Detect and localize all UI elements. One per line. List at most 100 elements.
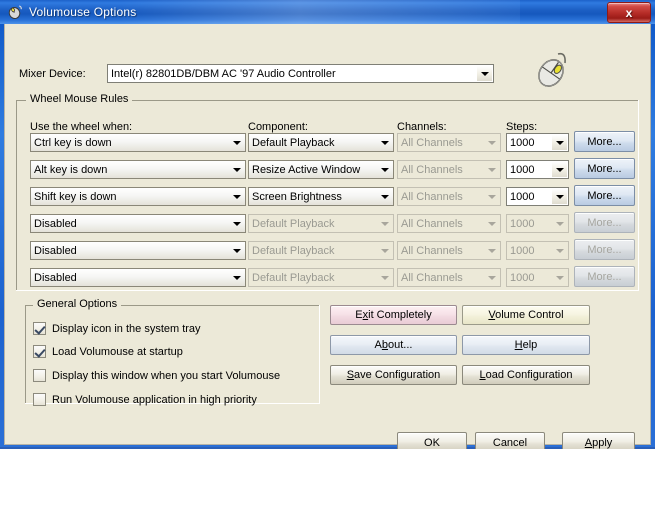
rule-component-combo-3[interactable]: Screen Brightness <box>248 187 394 206</box>
chevron-down-icon[interactable] <box>229 243 244 258</box>
chevron-down-icon <box>552 243 567 258</box>
help-button[interactable]: Help <box>462 335 590 355</box>
rule-channels-combo-1: All Channels <box>397 133 501 152</box>
chevron-down-icon[interactable] <box>229 216 244 231</box>
rule-component-value-4: Default Playback <box>252 217 335 230</box>
chevron-down-icon <box>552 216 567 231</box>
rule-component-combo-1[interactable]: Default Playback <box>248 133 394 152</box>
chevron-down-icon[interactable] <box>552 135 567 150</box>
rule-channels-value-4: All Channels <box>401 217 463 230</box>
rule-steps-value-4: 1000 <box>510 217 535 230</box>
rule-steps-combo-3[interactable]: 1000 <box>506 187 569 206</box>
chevron-down-icon <box>552 270 567 285</box>
chevron-down-icon[interactable] <box>229 189 244 204</box>
apply-label: Apply <box>584 436 613 449</box>
rule-more-button-3[interactable]: More... <box>574 185 635 206</box>
rule-condition-combo-3[interactable]: Shift key is down <box>30 187 246 206</box>
rule-more-label-4: More... <box>587 216 622 229</box>
rule-component-value-2: Resize Active Window <box>252 163 361 176</box>
rule-more-button-1[interactable]: More... <box>574 131 635 152</box>
rule-component-combo-5: Default Playback <box>248 241 394 260</box>
rule-more-button-2[interactable]: More... <box>574 158 635 179</box>
chevron-down-icon[interactable] <box>477 66 492 81</box>
chevron-down-icon[interactable] <box>377 162 392 177</box>
chevron-down-icon <box>484 135 499 150</box>
checkbox-display-window-on-start[interactable]: Display this window when you start Volum… <box>33 369 280 382</box>
rule-more-button-6: More... <box>574 266 635 287</box>
rule-channels-combo-3: All Channels <box>397 187 501 206</box>
rule-condition-combo-5[interactable]: Disabled <box>30 241 246 260</box>
checkbox-indicator[interactable] <box>33 345 46 358</box>
chevron-down-icon[interactable] <box>552 189 567 204</box>
checkbox-display-icon-in-system-tray[interactable]: Display icon in the system tray <box>33 322 201 335</box>
chevron-down-icon[interactable] <box>229 162 244 177</box>
header-use-the-wheel-when: Use the wheel when: <box>30 121 133 133</box>
volume-control-button[interactable]: Volume Control <box>462 305 590 325</box>
rule-condition-value-5: Disabled <box>34 244 77 257</box>
desktop-background <box>0 449 655 512</box>
rule-component-combo-4: Default Playback <box>248 214 394 233</box>
rule-steps-value-6: 1000 <box>510 271 535 284</box>
chevron-down-icon[interactable] <box>229 270 244 285</box>
exit-completely-button[interactable]: Exit Completely <box>330 305 457 325</box>
rule-channels-combo-4: All Channels <box>397 214 501 233</box>
title-bar[interactable]: Volumouse Options x <box>0 0 655 24</box>
general-options-title: General Options <box>33 298 122 310</box>
rule-more-label-5: More... <box>587 243 622 256</box>
wheel-mouse-rules-title: Wheel Mouse Rules <box>26 93 133 105</box>
rule-component-value-1: Default Playback <box>252 136 335 149</box>
rule-more-button-5: More... <box>574 239 635 260</box>
chevron-down-icon <box>377 243 392 258</box>
checkbox-indicator[interactable] <box>33 369 46 382</box>
checkbox-run-in-high-priority[interactable]: Run Volumouse application in high priori… <box>33 393 257 406</box>
save-configuration-button[interactable]: Save Configuration <box>330 365 457 385</box>
chevron-down-icon <box>484 216 499 231</box>
rule-condition-value-2: Alt key is down <box>34 163 108 176</box>
dialog-client-area: Mixer Device: Intel(r) 82801DB/DBM AC '9… <box>4 24 651 453</box>
rule-condition-combo-6[interactable]: Disabled <box>30 268 246 287</box>
header-component: Component: <box>248 121 308 133</box>
chevron-down-icon[interactable] <box>377 135 392 150</box>
rule-component-value-3: Screen Brightness <box>252 190 342 203</box>
rule-condition-value-6: Disabled <box>34 271 77 284</box>
window-title: Volumouse Options <box>29 5 137 19</box>
rule-steps-combo-2[interactable]: 1000 <box>506 160 569 179</box>
chevron-down-icon[interactable] <box>229 135 244 150</box>
header-channels: Channels: <box>397 121 447 133</box>
rule-channels-value-5: All Channels <box>401 244 463 257</box>
checkbox-indicator[interactable] <box>33 322 46 335</box>
chevron-down-icon[interactable] <box>377 189 392 204</box>
header-steps: Steps: <box>506 121 538 133</box>
rule-channels-value-2: All Channels <box>401 163 463 176</box>
about-button[interactable]: About... <box>330 335 457 355</box>
rule-more-label-1: More... <box>587 135 622 148</box>
save-configuration-label: Save Configuration <box>346 369 441 381</box>
checkbox-load-volumouse-at-startup[interactable]: Load Volumouse at startup <box>33 345 183 358</box>
rule-steps-value-1: 1000 <box>510 136 535 149</box>
cancel-label: Cancel <box>492 436 528 449</box>
rule-steps-combo-6: 1000 <box>506 268 569 287</box>
rule-steps-value-2: 1000 <box>510 163 535 176</box>
rule-condition-combo-4[interactable]: Disabled <box>30 214 246 233</box>
rule-condition-value-1: Ctrl key is down <box>34 136 112 149</box>
checkbox-label: Run Volumouse application in high priori… <box>52 393 257 406</box>
volumouse-options-window: Volumouse Options x Mixer Device: Intel(… <box>0 0 655 453</box>
volumouse-mouse-icon <box>7 4 23 20</box>
rule-condition-combo-1[interactable]: Ctrl key is down <box>30 133 246 152</box>
rule-condition-combo-2[interactable]: Alt key is down <box>30 160 246 179</box>
rule-steps-value-3: 1000 <box>510 190 535 203</box>
rule-more-label-2: More... <box>587 162 622 175</box>
checkbox-indicator[interactable] <box>33 393 46 406</box>
mixer-device-value: Intel(r) 82801DB/DBM AC '97 Audio Contro… <box>111 67 336 80</box>
rule-channels-combo-5: All Channels <box>397 241 501 260</box>
exit-completely-label: Exit Completely <box>355 309 432 321</box>
rule-component-value-6: Default Playback <box>252 271 335 284</box>
load-configuration-button[interactable]: Load Configuration <box>462 365 590 385</box>
rule-more-label-6: More... <box>587 270 622 283</box>
mixer-device-combo[interactable]: Intel(r) 82801DB/DBM AC '97 Audio Contro… <box>107 64 494 83</box>
chevron-down-icon[interactable] <box>552 162 567 177</box>
rule-steps-combo-1[interactable]: 1000 <box>506 133 569 152</box>
rule-steps-value-5: 1000 <box>510 244 535 257</box>
close-button[interactable]: x <box>607 2 651 23</box>
rule-component-combo-2[interactable]: Resize Active Window <box>248 160 394 179</box>
